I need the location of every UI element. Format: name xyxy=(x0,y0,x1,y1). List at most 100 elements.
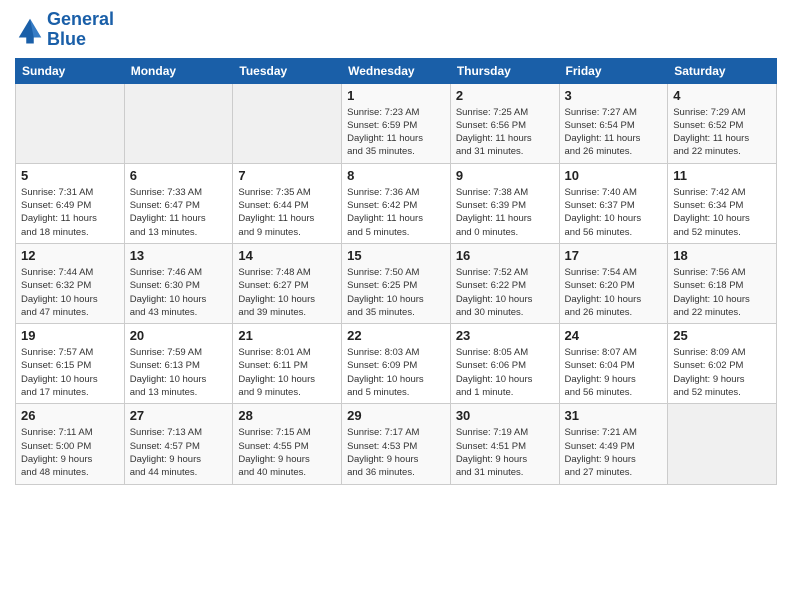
day-number: 29 xyxy=(347,408,445,423)
day-info: Sunrise: 8:05 AM Sunset: 6:06 PM Dayligh… xyxy=(456,346,554,399)
day-info: Sunrise: 7:13 AM Sunset: 4:57 PM Dayligh… xyxy=(130,426,228,479)
day-number: 26 xyxy=(21,408,119,423)
calendar-cell: 7 Sunrise: 7:35 AM Sunset: 6:44 PM Daylig… xyxy=(233,163,342,243)
day-info: Sunrise: 7:46 AM Sunset: 6:30 PM Dayligh… xyxy=(130,266,228,319)
calendar-cell: 25Sunrise: 8:09 AM Sunset: 6:02 PM Dayli… xyxy=(668,324,777,404)
weekday-row: SundayMondayTuesdayWednesdayThursdayFrid… xyxy=(16,58,777,83)
logo-icon xyxy=(15,15,45,45)
day-info: Sunrise: 7:38 AM Sunset: 6:39 PM Dayligh… xyxy=(456,186,554,239)
day-info: Sunrise: 8:01 AM Sunset: 6:11 PM Dayligh… xyxy=(238,346,336,399)
weekday-header: Wednesday xyxy=(342,58,451,83)
day-number: 24 xyxy=(565,328,663,343)
day-number: 6 xyxy=(130,168,228,183)
day-info: Sunrise: 8:09 AM Sunset: 6:02 PM Dayligh… xyxy=(673,346,771,399)
calendar-cell: 16 Sunrise: 7:52 AM Sunset: 6:22 PM Dayli… xyxy=(450,243,559,323)
day-info: Sunrise: 7:42 AM Sunset: 6:34 PM Dayligh… xyxy=(673,186,771,239)
day-number: 8 xyxy=(347,168,445,183)
weekday-header: Saturday xyxy=(668,58,777,83)
day-info: Sunrise: 7:54 AM Sunset: 6:20 PM Dayligh… xyxy=(565,266,663,319)
day-number: 10 xyxy=(565,168,663,183)
day-info: Sunrise: 7:40 AM Sunset: 6:37 PM Dayligh… xyxy=(565,186,663,239)
day-info: Sunrise: 7:56 AM Sunset: 6:18 PM Dayligh… xyxy=(673,266,771,319)
day-number: 11 xyxy=(673,168,771,183)
calendar-week-row: 5 Sunrise: 7:31 AM Sunset: 6:49 PM Daylig… xyxy=(16,163,777,243)
calendar-cell: 2 Sunrise: 7:25 AM Sunset: 6:56 PM Daylig… xyxy=(450,83,559,163)
day-info: Sunrise: 7:57 AM Sunset: 6:15 PM Dayligh… xyxy=(21,346,119,399)
calendar-cell: 15Sunrise: 7:50 AM Sunset: 6:25 PM Dayli… xyxy=(342,243,451,323)
day-info: Sunrise: 7:11 AM Sunset: 5:00 PM Dayligh… xyxy=(21,426,119,479)
day-info: Sunrise: 7:33 AM Sunset: 6:47 PM Dayligh… xyxy=(130,186,228,239)
calendar-cell: 8 Sunrise: 7:36 AM Sunset: 6:42 PM Daylig… xyxy=(342,163,451,243)
logo: General Blue xyxy=(15,10,114,50)
calendar-cell: 5 Sunrise: 7:31 AM Sunset: 6:49 PM Daylig… xyxy=(16,163,125,243)
day-info: Sunrise: 7:36 AM Sunset: 6:42 PM Dayligh… xyxy=(347,186,445,239)
calendar-cell: 30 Sunrise: 7:19 AM Sunset: 4:51 PM Dayli… xyxy=(450,404,559,484)
day-number: 12 xyxy=(21,248,119,263)
calendar-week-row: 19 Sunrise: 7:57 AM Sunset: 6:15 PM Dayli… xyxy=(16,324,777,404)
day-number: 2 xyxy=(456,88,554,103)
calendar-header: SundayMondayTuesdayWednesdayThursdayFrid… xyxy=(16,58,777,83)
day-info: Sunrise: 7:27 AM Sunset: 6:54 PM Dayligh… xyxy=(565,106,663,159)
day-info: Sunrise: 7:50 AM Sunset: 6:25 PM Dayligh… xyxy=(347,266,445,319)
day-number: 9 xyxy=(456,168,554,183)
day-number: 19 xyxy=(21,328,119,343)
calendar-cell: 29Sunrise: 7:17 AM Sunset: 4:53 PM Dayli… xyxy=(342,404,451,484)
calendar-cell: 19 Sunrise: 7:57 AM Sunset: 6:15 PM Dayli… xyxy=(16,324,125,404)
day-info: Sunrise: 7:25 AM Sunset: 6:56 PM Dayligh… xyxy=(456,106,554,159)
day-number: 4 xyxy=(673,88,771,103)
calendar-cell: 14Sunrise: 7:48 AM Sunset: 6:27 PM Dayli… xyxy=(233,243,342,323)
day-info: Sunrise: 8:03 AM Sunset: 6:09 PM Dayligh… xyxy=(347,346,445,399)
weekday-header: Friday xyxy=(559,58,668,83)
calendar-cell: 11 Sunrise: 7:42 AM Sunset: 6:34 PM Dayli… xyxy=(668,163,777,243)
calendar-cell: 22 Sunrise: 8:03 AM Sunset: 6:09 PM Dayli… xyxy=(342,324,451,404)
logo-text: General Blue xyxy=(47,10,114,50)
calendar-cell: 9 Sunrise: 7:38 AM Sunset: 6:39 PM Daylig… xyxy=(450,163,559,243)
day-info: Sunrise: 7:21 AM Sunset: 4:49 PM Dayligh… xyxy=(565,426,663,479)
day-number: 3 xyxy=(565,88,663,103)
calendar-cell xyxy=(233,83,342,163)
calendar-cell: 18 Sunrise: 7:56 AM Sunset: 6:18 PM Dayli… xyxy=(668,243,777,323)
weekday-header: Thursday xyxy=(450,58,559,83)
day-info: Sunrise: 7:59 AM Sunset: 6:13 PM Dayligh… xyxy=(130,346,228,399)
calendar-body: 1Sunrise: 7:23 AM Sunset: 6:59 PM Daylig… xyxy=(16,83,777,484)
calendar-cell xyxy=(668,404,777,484)
calendar-cell xyxy=(16,83,125,163)
day-number: 18 xyxy=(673,248,771,263)
calendar-cell: 24 Sunrise: 8:07 AM Sunset: 6:04 PM Dayli… xyxy=(559,324,668,404)
weekday-header: Sunday xyxy=(16,58,125,83)
calendar-cell: 20Sunrise: 7:59 AM Sunset: 6:13 PM Dayli… xyxy=(124,324,233,404)
page-container: General Blue SundayMondayTuesdayWednesda… xyxy=(0,0,792,495)
day-number: 28 xyxy=(238,408,336,423)
day-number: 22 xyxy=(347,328,445,343)
calendar-cell: 28 Sunrise: 7:15 AM Sunset: 4:55 PM Dayli… xyxy=(233,404,342,484)
day-info: Sunrise: 7:44 AM Sunset: 6:32 PM Dayligh… xyxy=(21,266,119,319)
day-info: Sunrise: 7:52 AM Sunset: 6:22 PM Dayligh… xyxy=(456,266,554,319)
calendar-week-row: 12 Sunrise: 7:44 AM Sunset: 6:32 PM Dayli… xyxy=(16,243,777,323)
calendar-cell: 13 Sunrise: 7:46 AM Sunset: 6:30 PM Dayli… xyxy=(124,243,233,323)
calendar-cell: 10 Sunrise: 7:40 AM Sunset: 6:37 PM Dayli… xyxy=(559,163,668,243)
day-number: 13 xyxy=(130,248,228,263)
day-number: 27 xyxy=(130,408,228,423)
calendar-cell: 31Sunrise: 7:21 AM Sunset: 4:49 PM Dayli… xyxy=(559,404,668,484)
day-number: 30 xyxy=(456,408,554,423)
day-number: 16 xyxy=(456,248,554,263)
day-info: Sunrise: 7:15 AM Sunset: 4:55 PM Dayligh… xyxy=(238,426,336,479)
day-number: 17 xyxy=(565,248,663,263)
calendar-cell: 17 Sunrise: 7:54 AM Sunset: 6:20 PM Dayli… xyxy=(559,243,668,323)
calendar-cell: 1Sunrise: 7:23 AM Sunset: 6:59 PM Daylig… xyxy=(342,83,451,163)
day-info: Sunrise: 7:23 AM Sunset: 6:59 PM Dayligh… xyxy=(347,106,445,159)
calendar-cell: 3 Sunrise: 7:27 AM Sunset: 6:54 PM Daylig… xyxy=(559,83,668,163)
day-number: 5 xyxy=(21,168,119,183)
calendar-cell: 12 Sunrise: 7:44 AM Sunset: 6:32 PM Dayli… xyxy=(16,243,125,323)
day-number: 7 xyxy=(238,168,336,183)
calendar-cell: 23 Sunrise: 8:05 AM Sunset: 6:06 PM Dayli… xyxy=(450,324,559,404)
calendar-cell: 6 Sunrise: 7:33 AM Sunset: 6:47 PM Daylig… xyxy=(124,163,233,243)
day-info: Sunrise: 8:07 AM Sunset: 6:04 PM Dayligh… xyxy=(565,346,663,399)
day-info: Sunrise: 7:19 AM Sunset: 4:51 PM Dayligh… xyxy=(456,426,554,479)
day-number: 21 xyxy=(238,328,336,343)
calendar-table: SundayMondayTuesdayWednesdayThursdayFrid… xyxy=(15,58,777,485)
day-info: Sunrise: 7:31 AM Sunset: 6:49 PM Dayligh… xyxy=(21,186,119,239)
day-number: 23 xyxy=(456,328,554,343)
day-info: Sunrise: 7:35 AM Sunset: 6:44 PM Dayligh… xyxy=(238,186,336,239)
weekday-header: Tuesday xyxy=(233,58,342,83)
